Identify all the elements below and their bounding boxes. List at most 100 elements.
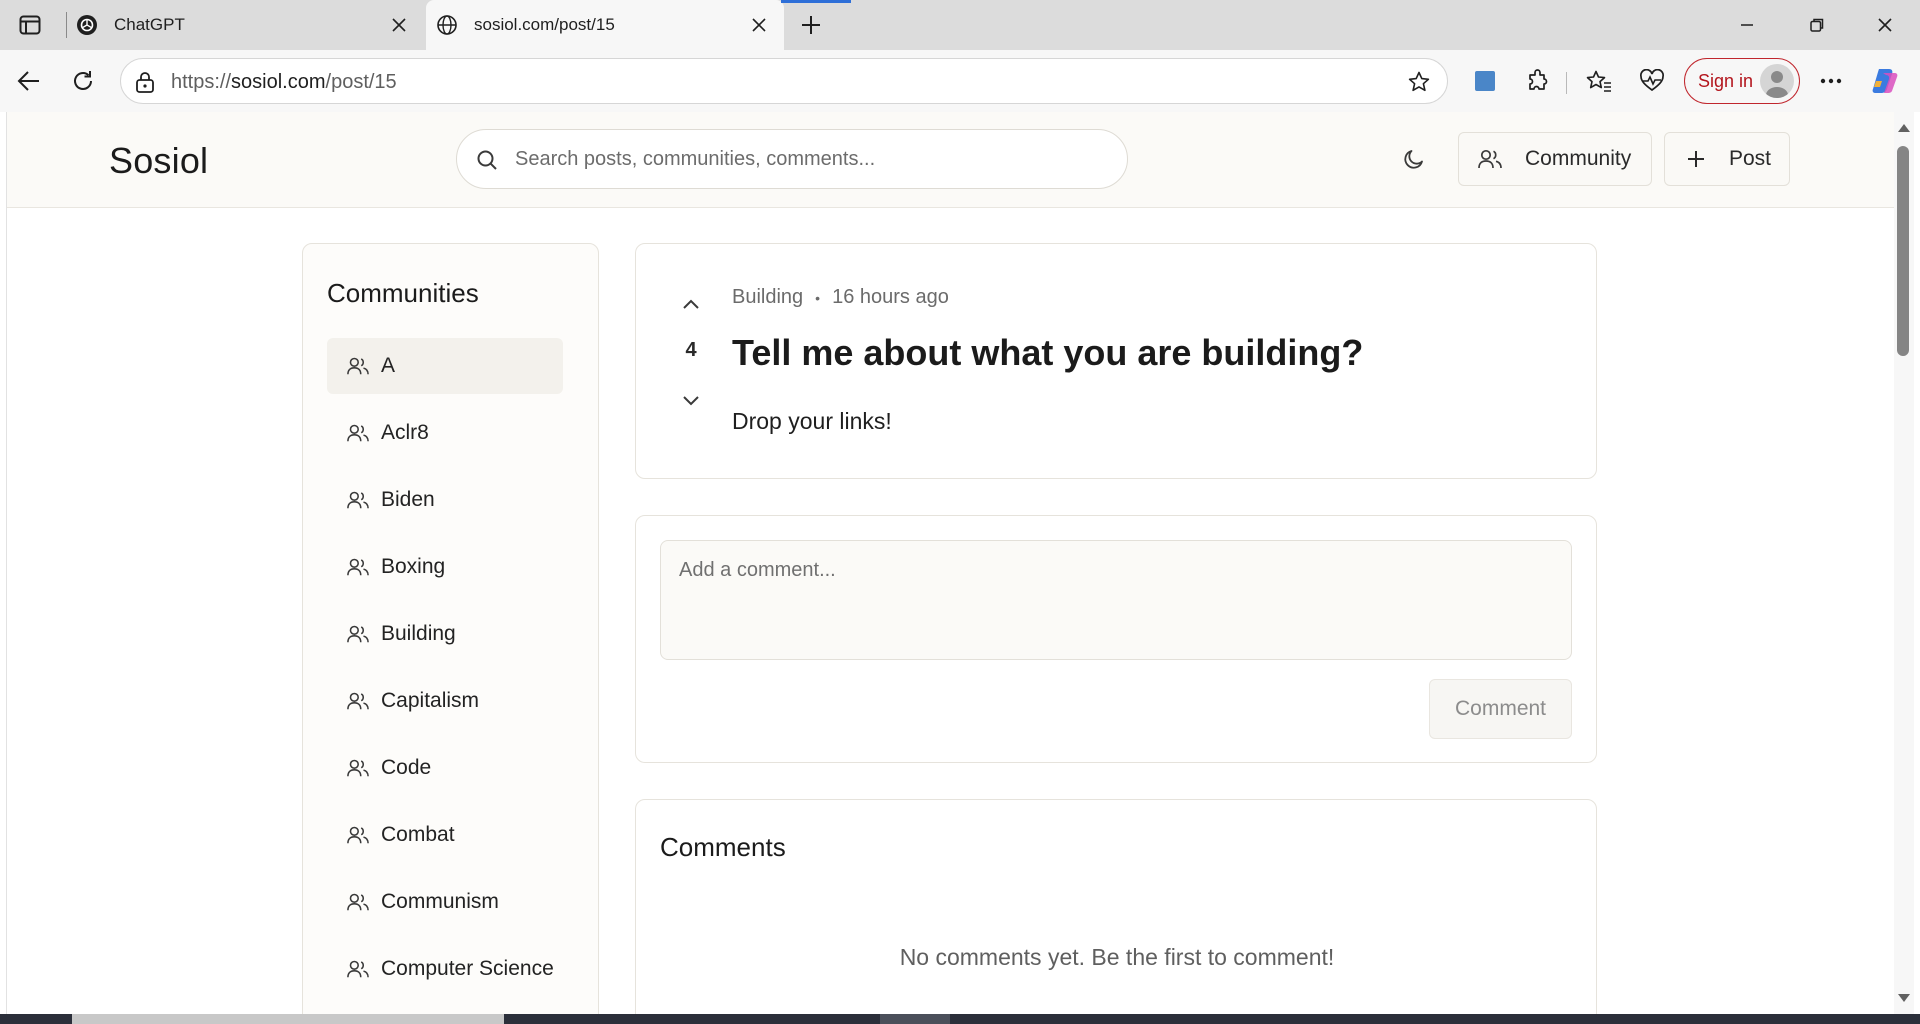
- post-community-link[interactable]: Building: [732, 286, 803, 309]
- sidebar-item-community[interactable]: A: [327, 338, 563, 394]
- browser-essentials-button[interactable]: [1633, 62, 1671, 100]
- sidebar-item-community[interactable]: Code: [327, 740, 563, 796]
- scrollbar-thumb[interactable]: [1897, 146, 1909, 356]
- comments-title: Comments: [660, 832, 786, 862]
- sidebar-item-community[interactable]: Building: [327, 606, 563, 662]
- reload-button[interactable]: [64, 62, 102, 100]
- new-tab-button[interactable]: [794, 8, 828, 42]
- search-bar[interactable]: [456, 129, 1128, 189]
- taskbar-highlight: [72, 1014, 504, 1024]
- plus-icon: [802, 16, 820, 34]
- sidebar-item-label: Communism: [381, 890, 499, 913]
- sidebar-item-label: Computer Science: [381, 957, 554, 980]
- post-timestamp: 16 hours ago: [832, 286, 949, 308]
- url-domain: sosiol.com: [231, 71, 326, 93]
- close-icon: [1878, 18, 1892, 32]
- address-bar[interactable]: https://sosiol.com/post/15: [120, 58, 1448, 104]
- sidebar-item-label: Combat: [381, 823, 455, 846]
- copilot-button[interactable]: [1866, 62, 1904, 100]
- tab-divider: [66, 12, 67, 38]
- post-meta: Building • 16 hours ago: [732, 286, 949, 309]
- scroll-up-arrow-icon[interactable]: [1898, 124, 1910, 132]
- comments-section: Comments No comments yet. Be the first t…: [635, 799, 1597, 1014]
- favorites-button[interactable]: [1580, 62, 1618, 100]
- restore-icon: [1810, 18, 1824, 32]
- browser-toolbar: https://sosiol.com/post/15 Sign in: [0, 50, 1920, 112]
- sidebar-item-label: Boxing: [381, 555, 446, 578]
- url-text: https://sosiol.com/post/15: [171, 71, 397, 94]
- sidebar-item-label: Building: [381, 622, 456, 645]
- profile-avatar-icon: [1760, 64, 1794, 98]
- users-icon: [345, 420, 371, 446]
- upvote-button[interactable]: [677, 292, 705, 316]
- sign-in-button[interactable]: Sign in: [1684, 58, 1800, 104]
- theme-toggle-button[interactable]: [1396, 141, 1432, 177]
- extensions-button[interactable]: [1519, 62, 1557, 100]
- comment-input[interactable]: [660, 540, 1572, 660]
- sidebar-item-community[interactable]: Computer Science: [327, 941, 563, 997]
- tab-actions-menu-button[interactable]: [12, 8, 48, 42]
- extension-square-icon: [1475, 71, 1495, 91]
- puzzle-piece-icon: [1529, 69, 1548, 90]
- chevron-down-icon: [683, 395, 699, 405]
- users-icon: [345, 353, 371, 379]
- sidebar-item-community[interactable]: Communism: [327, 874, 563, 930]
- community-list: A Aclr8 Biden Boxing Building Capitalism Code C…: [327, 338, 563, 1008]
- search-input[interactable]: [515, 140, 1105, 178]
- close-tab-icon[interactable]: [386, 12, 412, 38]
- vote-control: 4: [676, 292, 706, 412]
- tab-chatgpt[interactable]: ChatGPT: [76, 0, 424, 50]
- users-icon: [345, 621, 371, 647]
- post-body: Drop your links!: [732, 408, 892, 434]
- taskbar-segment: [880, 1014, 950, 1024]
- users-icon: [345, 755, 371, 781]
- sidebar-item-community[interactable]: Aclr8: [327, 405, 563, 461]
- tab-sosiol[interactable]: sosiol.com/post/15: [426, 0, 851, 50]
- downvote-button[interactable]: [677, 388, 705, 412]
- submit-comment-button[interactable]: Comment: [1429, 679, 1572, 739]
- sign-in-label: Sign in: [1698, 70, 1754, 91]
- sidebar-title: Communities: [327, 278, 479, 308]
- minimize-window-button[interactable]: [1712, 0, 1782, 50]
- users-icon: [345, 822, 371, 848]
- site-logo[interactable]: Sosiol: [109, 140, 208, 182]
- favorite-star-icon[interactable]: [1407, 70, 1431, 94]
- plus-icon: [1683, 146, 1709, 172]
- reload-icon: [74, 71, 92, 90]
- post-card: 4 Building • 16 hours ago Tell me about …: [635, 243, 1597, 479]
- page-scrollbar[interactable]: [1894, 112, 1914, 1014]
- moon-icon: [1404, 150, 1423, 169]
- sidebar-item-community[interactable]: Combat: [327, 807, 563, 863]
- sidebar-item-label: Capitalism: [381, 689, 480, 712]
- post-button-label: Post: [1729, 147, 1772, 170]
- users-icon: [345, 554, 371, 580]
- sidebar-item-label: Aclr8: [381, 421, 429, 444]
- scroll-down-arrow-icon[interactable]: [1898, 994, 1910, 1002]
- communities-sidebar: Communities A Aclr8 Biden Boxing Building Cap…: [302, 243, 599, 1014]
- site-info-lock-icon[interactable]: [133, 70, 157, 94]
- close-tab-icon[interactable]: [746, 12, 772, 38]
- settings-and-more-button[interactable]: [1812, 62, 1850, 100]
- new-post-button[interactable]: Post: [1664, 132, 1790, 186]
- sidebar-item-community[interactable]: Biden: [327, 472, 563, 528]
- community-button-label: Community: [1525, 147, 1632, 170]
- close-window-button[interactable]: [1850, 0, 1920, 50]
- chevron-up-icon: [683, 299, 699, 309]
- browser-tab-strip: ChatGPT sosiol.com/post/15: [0, 0, 1920, 50]
- back-button[interactable]: [10, 62, 48, 100]
- users-icon: [345, 688, 371, 714]
- restore-window-button[interactable]: [1782, 0, 1852, 50]
- users-icon: [1477, 146, 1503, 172]
- more-horizontal-icon: [1820, 78, 1842, 84]
- sidebar-item-community[interactable]: Capitalism: [327, 673, 563, 729]
- globe-icon: [436, 14, 458, 36]
- community-button[interactable]: Community: [1458, 132, 1652, 186]
- sidebar-panel-icon: [19, 15, 41, 35]
- url-path: /post/15: [325, 71, 397, 93]
- search-icon: [475, 148, 499, 172]
- users-icon: [345, 889, 371, 915]
- sidebar-item-community[interactable]: Boxing: [327, 539, 563, 595]
- comment-form: Comment: [635, 515, 1597, 763]
- extension-blue-square-button[interactable]: [1466, 62, 1504, 100]
- page-loading-indicator: [781, 0, 851, 3]
